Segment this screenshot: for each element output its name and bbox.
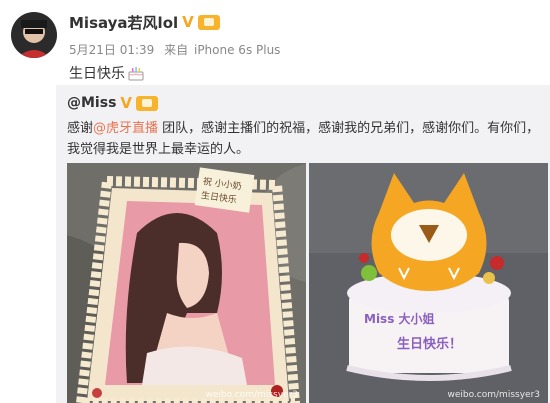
repost-image-1[interactable]: 祝 小小奶 生日快乐 weibo.com/missyer3 [67, 163, 306, 403]
post-date[interactable]: 5月21日 01:39 [69, 43, 154, 57]
repost-card: @Miss V 感谢@虎牙直播 团队，感谢主播们的祝福，感谢我的兄弟们，感谢你们… [56, 85, 550, 403]
repost-image-2[interactable]: Miss 大小姐 生日快乐！ weibo.com/missyer3 [309, 163, 548, 403]
username[interactable]: Misaya若风lol V [69, 12, 220, 33]
username-text[interactable]: Misaya若风lol [69, 12, 178, 33]
vip-badge-icon [136, 95, 159, 111]
mention-link[interactable]: @虎牙直播 [93, 121, 158, 136]
image-watermark: weibo.com/missyer3 [205, 390, 298, 400]
cake-emoji-icon [128, 67, 144, 81]
cake-portrait-image: 祝 小小奶 生日快乐 [67, 163, 306, 403]
post-source[interactable]: iPhone 6s Plus [194, 43, 280, 57]
post-meta: 5月21日 01:39 来自 iPhone 6s Plus [69, 41, 286, 58]
vip-badge-icon [197, 15, 220, 30]
post-source-prefix: 来自 [164, 43, 189, 57]
repost-text-before: 感谢 [67, 121, 94, 136]
repost-text: 感谢@虎牙直播 团队，感谢主播们的祝福，感谢我的兄弟们，感谢你们。有你们，我觉得… [67, 118, 545, 160]
image-watermark: weibo.com/missyer3 [447, 390, 540, 400]
svg-text:生日快乐！: 生日快乐！ [397, 336, 462, 352]
verified-icon: V [120, 93, 133, 112]
repost-author-name[interactable]: @Miss [67, 95, 116, 111]
svg-text:Miss 大小姐: Miss 大小姐 [364, 311, 435, 326]
post-text-content: 生日快乐 [69, 66, 125, 82]
post-text: 生日快乐 [69, 63, 145, 83]
cake-huya-image: Miss 大小姐 生日快乐！ [309, 163, 548, 403]
verified-icon: V [182, 13, 194, 31]
avatar[interactable] [11, 12, 57, 58]
repost-author: @Miss V [67, 93, 159, 112]
